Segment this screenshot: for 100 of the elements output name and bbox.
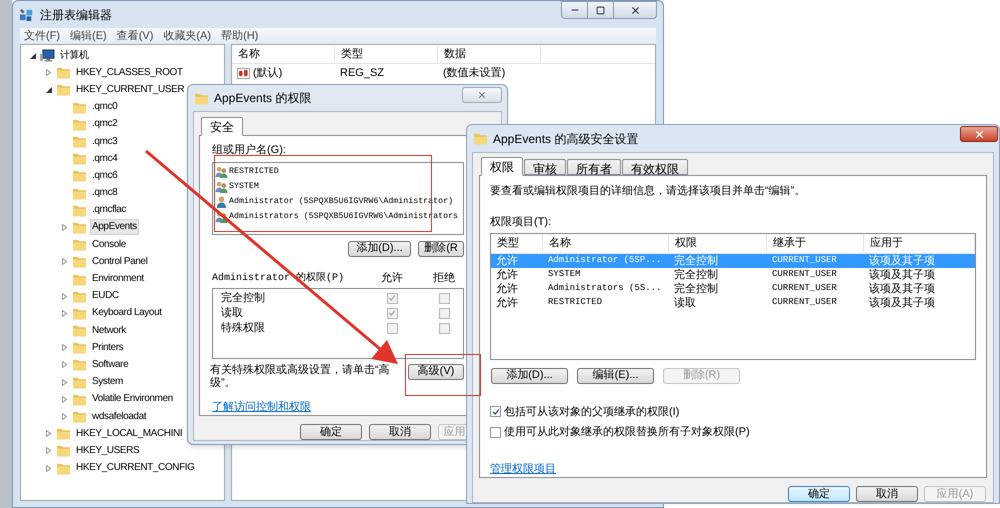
cancel-button[interactable]: 取消 xyxy=(369,424,431,440)
column-header[interactable]: 权限 xyxy=(669,235,767,252)
edit-button[interactable]: 编辑(E)... xyxy=(577,368,654,384)
checkbox[interactable] xyxy=(386,308,398,319)
remove-button[interactable]: 删除(R xyxy=(418,240,464,257)
tree-item[interactable]: Network xyxy=(90,322,128,339)
user-name[interactable]: RESTRICTED xyxy=(229,166,279,178)
tree-item[interactable]: .qmc2 xyxy=(90,116,120,132)
table-row[interactable]: 允许 SYSTEM 完全控制 CURRENT_USER 该项及其子项 xyxy=(491,268,975,282)
table-cell-text: CURRENT_USER xyxy=(771,268,838,282)
collapsed-arrow-icon[interactable] xyxy=(62,258,67,266)
tree-item[interactable]: Volatile Environmen xyxy=(90,391,175,408)
column-header[interactable]: 应用于 xyxy=(864,235,975,252)
menu-item[interactable]: 编辑(E) xyxy=(70,28,107,44)
column-header[interactable]: 继承于 xyxy=(767,235,864,252)
menu-item[interactable]: 文件(F) xyxy=(24,28,60,44)
tree-item[interactable]: Printers xyxy=(90,340,126,356)
tree-item[interactable]: .qmc6 xyxy=(90,168,120,184)
checkbox[interactable] xyxy=(386,322,398,334)
user-name[interactable]: SYSTEM xyxy=(229,180,259,194)
checkbox-label[interactable]: 使用可从此对象继承的权限替换所有子对象权限(P) xyxy=(504,424,750,440)
tree-item[interactable]: .qmcflac xyxy=(90,202,128,218)
collapsed-arrow-icon[interactable] xyxy=(62,344,67,352)
column-header[interactable]: 类型 xyxy=(335,46,438,62)
checkbox[interactable] xyxy=(438,292,450,304)
tree-item[interactable]: System xyxy=(90,374,125,390)
close-icon xyxy=(630,4,640,16)
tree-item[interactable]: wdsafeloadat xyxy=(90,408,148,425)
ok-button[interactable]: 确定 xyxy=(300,424,362,440)
tab[interactable]: 所有者 xyxy=(567,159,621,175)
collapsed-arrow-icon[interactable] xyxy=(62,396,67,403)
folder-icon xyxy=(56,83,71,96)
menu-item[interactable]: 帮助(H) xyxy=(221,28,258,44)
tab[interactable]: 有效权限 xyxy=(622,159,688,175)
column-header[interactable]: 类型 xyxy=(491,235,543,252)
collapsed-arrow-icon[interactable] xyxy=(46,69,51,76)
folder-icon xyxy=(72,135,87,148)
table-cell-text: 完全控制 xyxy=(673,282,719,297)
close-button[interactable] xyxy=(960,126,998,142)
column-header[interactable]: 数据 xyxy=(438,46,541,62)
checkbox[interactable] xyxy=(490,426,501,438)
menu-item[interactable]: 收藏夹(A) xyxy=(163,28,212,44)
menu-item[interactable]: 查看(V) xyxy=(116,28,154,44)
collapsed-arrow-icon[interactable] xyxy=(62,361,67,368)
tree-item[interactable]: Environment xyxy=(90,271,146,288)
tree-item[interactable]: Console xyxy=(90,236,128,253)
tree-item[interactable]: .qmc3 xyxy=(90,134,120,150)
tree-item[interactable]: HKEY_CLASSES_ROOT xyxy=(74,64,185,81)
tree-item[interactable]: HKEY_USERS xyxy=(74,442,142,459)
tree-item[interactable]: HKEY_LOCAL_MACHINI xyxy=(74,426,184,442)
expanded-arrow-icon[interactable] xyxy=(30,52,36,59)
tab[interactable]: 权限 xyxy=(481,157,523,176)
collapsed-arrow-icon[interactable] xyxy=(46,430,51,438)
collapsed-arrow-icon[interactable] xyxy=(46,447,51,454)
close-button[interactable] xyxy=(614,1,657,19)
checkbox-label[interactable]: 包括可从该对象的父项继承的权限(I) xyxy=(504,404,680,420)
tree-item[interactable]: HKEY_CURRENT_USER xyxy=(74,82,186,98)
user-group-icon xyxy=(215,181,228,193)
tab[interactable]: 安全 xyxy=(201,117,243,136)
manage-link[interactable]: 管理权限项目 xyxy=(490,460,556,477)
checkbox[interactable] xyxy=(438,308,450,319)
collapsed-arrow-icon[interactable] xyxy=(62,224,67,231)
tree-item[interactable]: HKEY_CURRENT_CONFIG xyxy=(74,460,197,476)
tab[interactable]: 审核 xyxy=(524,159,566,175)
checkbox[interactable] xyxy=(386,292,398,304)
advanced-button[interactable]: 高级(V) xyxy=(408,364,464,380)
column-header[interactable]: 名称 xyxy=(543,235,669,252)
tree-item[interactable]: AppEvents xyxy=(90,219,139,236)
collapsed-arrow-icon[interactable] xyxy=(62,413,67,420)
checkbox[interactable] xyxy=(490,406,501,418)
column-header[interactable]: 名称 xyxy=(232,46,335,62)
table-row[interactable]: 允许 Administrators (5S... 完全控制 CURRENT_USER 该项及其子项 xyxy=(491,282,975,296)
collapsed-arrow-icon[interactable] xyxy=(46,464,51,472)
add-button[interactable]: 添加(D)... xyxy=(491,368,568,384)
tree-item[interactable]: .qmc0 xyxy=(90,99,120,116)
tree-item[interactable]: .qmc4 xyxy=(90,150,120,167)
cancel-button[interactable]: 取消 xyxy=(856,486,918,502)
table-cell-text: Administrator (5SP... xyxy=(547,254,662,268)
table-row[interactable]: 允许 RESTRICTED 读取 CURRENT_USER 该项及其子项 xyxy=(491,296,975,310)
tree-item[interactable]: .qmc8 xyxy=(90,185,120,202)
folder-icon xyxy=(72,118,87,131)
tree-item[interactable]: Control Panel xyxy=(90,254,150,270)
table-cell-text: CURRENT_USER xyxy=(771,254,838,268)
table-cell-text: 允许 xyxy=(495,254,519,269)
add-button[interactable]: 添加(D)... xyxy=(348,240,411,257)
maximize-button[interactable] xyxy=(588,1,614,19)
folder-icon xyxy=(72,186,87,200)
tree-item[interactable]: Keyboard Layout xyxy=(90,305,164,322)
checkbox[interactable] xyxy=(438,322,450,334)
instruction-text: 要查看或编辑权限项目的详细信息，请选择该项目并单击“编辑”。 xyxy=(490,184,806,199)
expanded-arrow-icon[interactable] xyxy=(46,86,52,93)
help-link[interactable]: 了解访问控制和权限 xyxy=(212,398,311,415)
collapsed-arrow-icon[interactable] xyxy=(62,310,67,317)
tree-item[interactable]: EUDC xyxy=(90,288,121,304)
tree-item[interactable]: Software xyxy=(90,356,130,373)
collapsed-arrow-icon[interactable] xyxy=(62,378,67,386)
tree-item[interactable]: 计算机 xyxy=(58,48,91,64)
collapsed-arrow-icon[interactable] xyxy=(62,292,67,300)
folder-icon xyxy=(56,66,71,80)
ok-button[interactable]: 确定 xyxy=(788,486,850,502)
